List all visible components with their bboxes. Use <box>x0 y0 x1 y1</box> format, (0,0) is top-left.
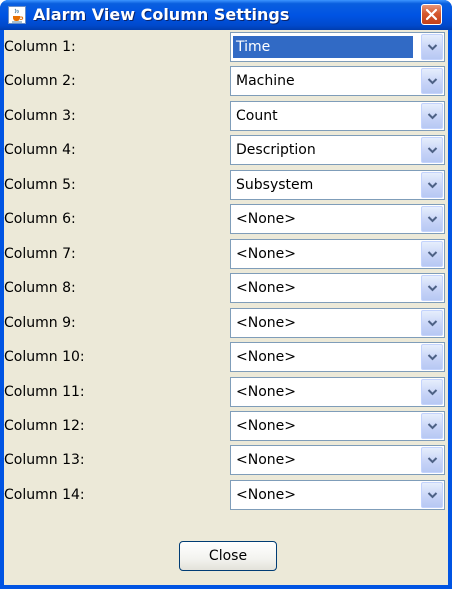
java-cup-icon <box>8 6 26 24</box>
column-row: Column 10: <None> <box>4 340 448 374</box>
column-label: Column 2: <box>4 73 76 89</box>
column-row: Column 5: Subsystem <box>4 168 448 202</box>
column-select[interactable]: <None> <box>230 342 445 372</box>
column-select-value: <None> <box>236 315 296 331</box>
column-row: Column 12: <None> <box>4 409 448 443</box>
chevron-down-icon[interactable] <box>421 172 443 198</box>
dialog-content: Column 1: Time Column 2: Machine Column 3: Co… <box>4 30 448 585</box>
column-row: Column 2: Machine <box>4 64 448 98</box>
column-select-value: Description <box>236 142 316 158</box>
column-select[interactable]: <None> <box>230 204 445 234</box>
chevron-down-icon[interactable] <box>421 241 443 267</box>
column-select[interactable]: Count <box>230 101 445 131</box>
column-select-value: Subsystem <box>236 177 314 193</box>
column-select-value: <None> <box>236 280 296 296</box>
window-title: Alarm View Column Settings <box>33 5 290 24</box>
column-label: Column 7: <box>4 246 76 262</box>
column-select[interactable]: Description <box>230 135 445 165</box>
column-select[interactable]: Machine <box>230 66 445 96</box>
column-row: Column 7: <None> <box>4 237 448 271</box>
chevron-down-icon[interactable] <box>421 34 443 60</box>
column-select-value: <None> <box>236 384 296 400</box>
title-bar[interactable]: Alarm View Column Settings <box>0 0 452 30</box>
column-select[interactable]: <None> <box>230 480 445 510</box>
column-select[interactable]: <None> <box>230 273 445 303</box>
column-select-value: Machine <box>236 73 295 89</box>
chevron-down-icon[interactable] <box>421 206 443 232</box>
column-select[interactable]: <None> <box>230 445 445 475</box>
window-close-button[interactable] <box>421 4 442 25</box>
chevron-down-icon[interactable] <box>421 68 443 94</box>
alarm-view-column-settings-dialog: Alarm View Column Settings Column 1: Time… <box>0 0 452 589</box>
column-select-value: <None> <box>236 418 296 434</box>
column-select-value: Count <box>236 108 278 124</box>
column-row: Column 14: <None> <box>4 478 448 512</box>
column-select-value: Time <box>233 36 413 58</box>
close-button[interactable]: Close <box>179 541 277 571</box>
column-label: Column 10: <box>4 349 85 365</box>
column-label: Column 9: <box>4 315 76 331</box>
column-select[interactable]: <None> <box>230 239 445 269</box>
column-select-value: <None> <box>236 452 296 468</box>
column-label: Column 14: <box>4 487 85 503</box>
chevron-down-icon[interactable] <box>421 344 443 370</box>
column-row: Column 9: <None> <box>4 306 448 340</box>
column-label: Column 12: <box>4 418 85 434</box>
column-select-value: <None> <box>236 211 296 227</box>
column-select[interactable]: Subsystem <box>230 170 445 200</box>
column-row: Column 8: <None> <box>4 271 448 305</box>
column-row: Column 11: <None> <box>4 375 448 409</box>
chevron-down-icon[interactable] <box>421 103 443 129</box>
column-label: Column 1: <box>4 39 76 55</box>
column-row: Column 1: Time <box>4 30 448 64</box>
chevron-down-icon[interactable] <box>421 379 443 405</box>
column-row: Column 4: Description <box>4 133 448 167</box>
column-select-value: <None> <box>236 246 296 262</box>
column-select-value: <None> <box>236 349 296 365</box>
column-select[interactable]: <None> <box>230 411 445 441</box>
column-select[interactable]: <None> <box>230 377 445 407</box>
column-row: Column 6: <None> <box>4 202 448 236</box>
chevron-down-icon[interactable] <box>421 275 443 301</box>
chevron-down-icon[interactable] <box>421 482 443 508</box>
column-label: Column 8: <box>4 280 76 296</box>
column-row: Column 3: Count <box>4 99 448 133</box>
column-select[interactable]: <None> <box>230 308 445 338</box>
column-label: Column 6: <box>4 211 76 227</box>
chevron-down-icon[interactable] <box>421 137 443 163</box>
column-label: Column 4: <box>4 142 76 158</box>
column-label: Column 3: <box>4 108 76 124</box>
column-label: Column 5: <box>4 177 76 193</box>
column-row: Column 13: <None> <box>4 443 448 477</box>
close-icon <box>425 8 438 21</box>
column-label: Column 11: <box>4 384 85 400</box>
chevron-down-icon[interactable] <box>421 447 443 473</box>
column-select-value: <None> <box>236 487 296 503</box>
chevron-down-icon[interactable] <box>421 413 443 439</box>
chevron-down-icon[interactable] <box>421 310 443 336</box>
column-label: Column 13: <box>4 452 85 468</box>
column-select[interactable]: Time <box>230 32 445 62</box>
